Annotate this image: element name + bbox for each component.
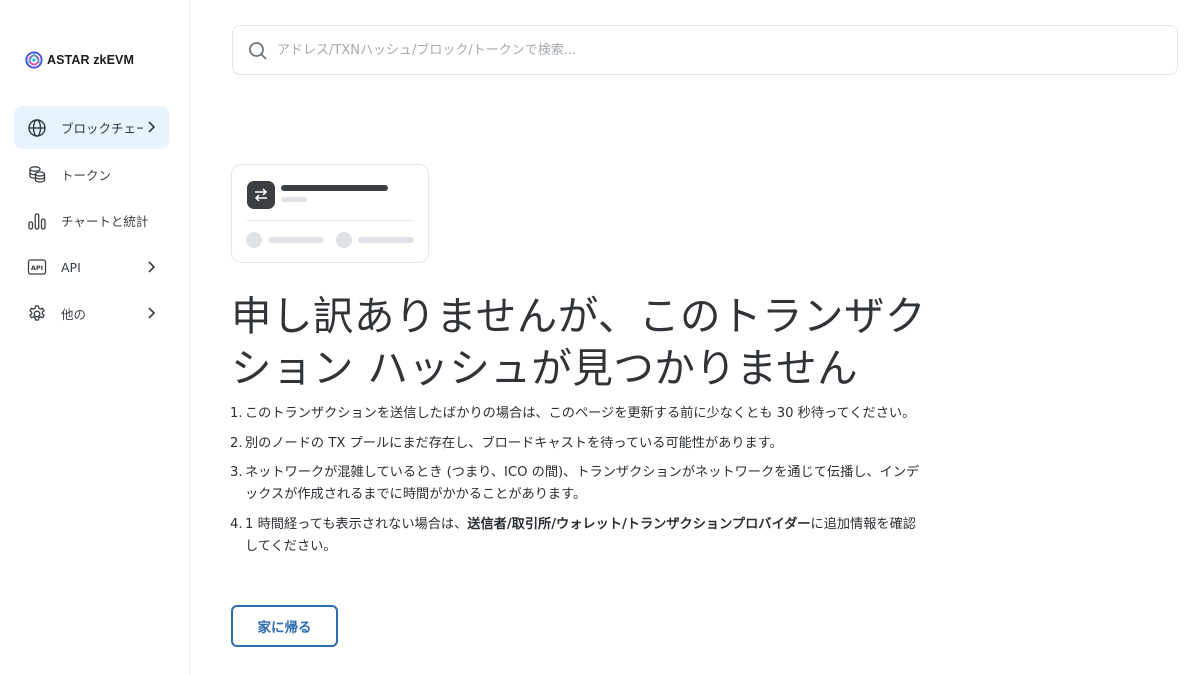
placeholder-dot (336, 232, 352, 248)
api-icon: API (27, 257, 47, 277)
sidebar: ASTAR zkEVM ブロックチェーン (0, 0, 190, 675)
search-icon (249, 42, 267, 60)
logo[interactable]: ASTAR zkEVM (25, 51, 134, 69)
sidebar-item-label: ブロックチェーン (61, 121, 143, 136)
placeholder-bar (281, 197, 307, 202)
placeholder-bar (358, 237, 414, 243)
search-bar (232, 25, 1178, 75)
sidebar-item-label: 他の (61, 307, 87, 322)
swap-arrows-icon (247, 181, 275, 209)
app-root: ASTAR zkEVM ブロックチェーン (0, 0, 1200, 675)
list-number: 4. (230, 517, 243, 532)
chevron-right-icon (148, 121, 156, 133)
placeholder-dot (246, 232, 262, 248)
reasons-list: 1. このトランザクションを送信したばかりの場合は、このページを更新する前に少な… (230, 403, 920, 566)
page-title: 申し訳ありませんが、このトランザクション ハッシュが見つかりません (231, 292, 926, 392)
coins-icon (27, 164, 47, 184)
sidebar-item-other[interactable]: 他の (14, 292, 169, 335)
back-home-button[interactable]: 家に帰る (231, 605, 338, 647)
sidebar-item-label: チャートと統計 (61, 214, 149, 229)
brand-name: ASTAR zkEVM (47, 53, 134, 67)
transaction-illustration (231, 164, 429, 263)
globe-icon (27, 118, 47, 138)
gear-icon (27, 304, 47, 324)
list-number: 3. (230, 465, 243, 480)
list-number: 2. (230, 436, 243, 451)
list-item: 3. ネットワークが混雑しているとき (つまり、ICO の間)、トランザクション… (230, 462, 920, 506)
list-item: 4. 1 時間経っても表示されない場合は、送信者/取引所/ウォレット/トランザク… (230, 514, 920, 558)
sidebar-item-charts[interactable]: チャートと統計 (14, 199, 169, 242)
chevron-right-icon (148, 260, 156, 273)
sidebar-item-api[interactable]: API API (14, 246, 169, 289)
astar-logo-icon (25, 51, 43, 69)
divider (246, 220, 414, 221)
bar-chart-icon (27, 211, 47, 231)
list-number: 1. (230, 406, 243, 421)
placeholder-bar (281, 185, 388, 191)
list-text: このトランザクションを送信したばかりの場合は、このページを更新する前に少なくとも… (245, 406, 916, 421)
search-input[interactable] (277, 26, 1157, 74)
list-text: ネットワークが混雑しているとき (つまり、ICO の間)、トランザクションがネッ… (245, 465, 920, 502)
placeholder-bar (268, 237, 324, 243)
sidebar-nav: ブロックチェーン トークン (14, 106, 169, 339)
list-text: 別のノードの TX プールにまだ存在し、ブロードキャストを待っている可能性があり… (245, 436, 783, 451)
chevron-right-icon (148, 307, 156, 319)
list-item: 2. 別のノードの TX プールにまだ存在し、ブロードキャストを待っている可能性… (230, 433, 920, 455)
list-text: 1 時間経っても表示されない場合は、 (245, 517, 468, 532)
list-text-bold: 送信者/取引所/ウォレット/トランザクションプロバイダー (467, 517, 811, 532)
sidebar-item-blockchain[interactable]: ブロックチェーン (14, 106, 169, 149)
svg-text:API: API (31, 264, 43, 272)
list-item: 1. このトランザクションを送信したばかりの場合は、このページを更新する前に少な… (230, 403, 920, 425)
sidebar-item-label: トークン (61, 167, 112, 183)
sidebar-item-tokens[interactable]: トークン (14, 153, 169, 196)
sidebar-item-label: API (61, 259, 81, 275)
